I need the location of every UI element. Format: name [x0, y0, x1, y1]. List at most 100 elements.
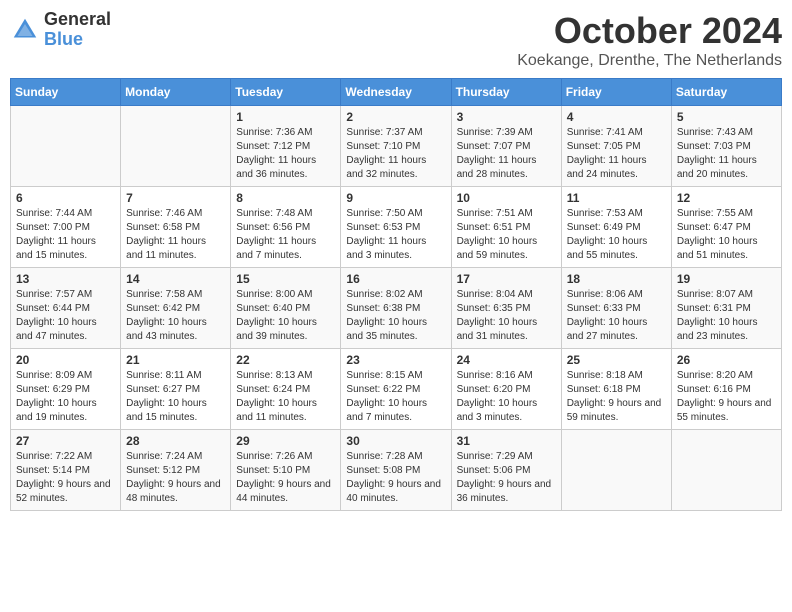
- day-info: Sunrise: 7:22 AM Sunset: 5:14 PM Dayligh…: [16, 450, 115, 506]
- day-cell: 12 Sunrise: 7:55 AM Sunset: 6:47 PM Dayli…: [671, 187, 781, 268]
- logo-general: General: [44, 10, 111, 30]
- day-info: Sunrise: 7:46 AM Sunset: 6:58 PM Dayligh…: [126, 207, 225, 263]
- day-info: Sunrise: 7:29 AM Sunset: 5:06 PM Dayligh…: [457, 450, 556, 506]
- week-row-4: 20 Sunrise: 8:09 AM Sunset: 6:29 PM Dayli…: [11, 349, 782, 430]
- day-number: 12: [677, 191, 776, 205]
- day-cell: 22Sunrise: 8:13 AM Sunset: 6:24 PM Dayli…: [231, 349, 341, 430]
- day-info: Sunrise: 7:28 AM Sunset: 5:08 PM Dayligh…: [346, 450, 445, 506]
- calendar-table: SundayMondayTuesdayWednesdayThursdayFrid…: [10, 78, 782, 511]
- day-number: 16: [346, 272, 445, 286]
- day-cell: [561, 430, 671, 511]
- day-number: 17: [457, 272, 556, 286]
- day-number: 23: [346, 353, 445, 367]
- day-cell: 31 Sunrise: 7:29 AM Sunset: 5:06 PM Dayli…: [451, 430, 561, 511]
- day-info: Sunrise: 7:39 AM Sunset: 7:07 PM Dayligh…: [457, 126, 556, 182]
- day-number: 6: [16, 191, 115, 205]
- day-cell: 15 Sunrise: 8:00 AM Sunset: 6:40 PM Dayli…: [231, 268, 341, 349]
- day-number: 19: [677, 272, 776, 286]
- day-info: Sunrise: 7:36 AM Sunset: 7:12 PM Dayligh…: [236, 126, 335, 182]
- day-number: 13: [16, 272, 115, 286]
- day-info: Sunrise: 8:18 AM Sunset: 6:18 PM Dayligh…: [567, 369, 666, 425]
- day-cell: 26 Sunrise: 8:20 AM Sunset: 6:16 PM Dayli…: [671, 349, 781, 430]
- day-cell: 16 Sunrise: 8:02 AM Sunset: 6:38 PM Dayli…: [341, 268, 451, 349]
- week-row-5: 27Sunrise: 7:22 AM Sunset: 5:14 PM Dayli…: [11, 430, 782, 511]
- day-number: 1: [236, 110, 335, 124]
- calendar-body: 1 Sunrise: 7:36 AM Sunset: 7:12 PM Daylig…: [11, 106, 782, 511]
- day-cell: 28 Sunrise: 7:24 AM Sunset: 5:12 PM Dayli…: [121, 430, 231, 511]
- day-cell: 3 Sunrise: 7:39 AM Sunset: 7:07 PM Daylig…: [451, 106, 561, 187]
- logo-blue: Blue: [44, 30, 111, 50]
- day-info: Sunrise: 7:51 AM Sunset: 6:51 PM Dayligh…: [457, 207, 556, 263]
- logo-icon: [10, 15, 40, 45]
- day-number: 2: [346, 110, 445, 124]
- day-cell: [11, 106, 121, 187]
- day-number: 26: [677, 353, 776, 367]
- day-number: 7: [126, 191, 225, 205]
- day-number: 3: [457, 110, 556, 124]
- day-info: Sunrise: 8:15 AM Sunset: 6:22 PM Dayligh…: [346, 369, 445, 425]
- day-cell: 1 Sunrise: 7:36 AM Sunset: 7:12 PM Daylig…: [231, 106, 341, 187]
- day-info: Sunrise: 8:16 AM Sunset: 6:20 PM Dayligh…: [457, 369, 556, 425]
- day-info: Sunrise: 8:04 AM Sunset: 6:35 PM Dayligh…: [457, 288, 556, 344]
- day-info: Sunrise: 8:13 AM Sunset: 6:24 PM Dayligh…: [236, 369, 335, 425]
- day-cell: 14 Sunrise: 7:58 AM Sunset: 6:42 PM Dayli…: [121, 268, 231, 349]
- day-number: 11: [567, 191, 666, 205]
- header-tuesday: Tuesday: [231, 79, 341, 106]
- week-row-2: 6 Sunrise: 7:44 AM Sunset: 7:00 PM Daylig…: [11, 187, 782, 268]
- day-info: Sunrise: 8:09 AM Sunset: 6:29 PM Dayligh…: [16, 369, 115, 425]
- day-cell: 23 Sunrise: 8:15 AM Sunset: 6:22 PM Dayli…: [341, 349, 451, 430]
- day-info: Sunrise: 7:43 AM Sunset: 7:03 PM Dayligh…: [677, 126, 776, 182]
- day-info: Sunrise: 7:24 AM Sunset: 5:12 PM Dayligh…: [126, 450, 225, 506]
- day-info: Sunrise: 7:48 AM Sunset: 6:56 PM Dayligh…: [236, 207, 335, 263]
- day-cell: 29 Sunrise: 7:26 AM Sunset: 5:10 PM Dayli…: [231, 430, 341, 511]
- header-monday: Monday: [121, 79, 231, 106]
- header-sunday: Sunday: [11, 79, 121, 106]
- day-info: Sunrise: 8:00 AM Sunset: 6:40 PM Dayligh…: [236, 288, 335, 344]
- day-info: Sunrise: 8:20 AM Sunset: 6:16 PM Dayligh…: [677, 369, 776, 425]
- day-cell: [121, 106, 231, 187]
- title-location: Koekange, Drenthe, The Netherlands: [517, 52, 782, 70]
- header-friday: Friday: [561, 79, 671, 106]
- logo-text: General Blue: [44, 10, 111, 50]
- header-row: SundayMondayTuesdayWednesdayThursdayFrid…: [11, 79, 782, 106]
- day-number: 25: [567, 353, 666, 367]
- day-number: 20: [16, 353, 115, 367]
- day-number: 9: [346, 191, 445, 205]
- day-number: 15: [236, 272, 335, 286]
- day-cell: 11 Sunrise: 7:53 AM Sunset: 6:49 PM Dayli…: [561, 187, 671, 268]
- title-block: October 2024 Koekange, Drenthe, The Neth…: [517, 10, 782, 70]
- day-cell: 21Sunrise: 8:11 AM Sunset: 6:27 PM Dayli…: [121, 349, 231, 430]
- day-cell: 19 Sunrise: 8:07 AM Sunset: 6:31 PM Dayli…: [671, 268, 781, 349]
- calendar-header: SundayMondayTuesdayWednesdayThursdayFrid…: [11, 79, 782, 106]
- day-info: Sunrise: 8:07 AM Sunset: 6:31 PM Dayligh…: [677, 288, 776, 344]
- header-wednesday: Wednesday: [341, 79, 451, 106]
- day-info: Sunrise: 8:02 AM Sunset: 6:38 PM Dayligh…: [346, 288, 445, 344]
- day-number: 29: [236, 434, 335, 448]
- day-cell: 30 Sunrise: 7:28 AM Sunset: 5:08 PM Dayli…: [341, 430, 451, 511]
- day-cell: 27Sunrise: 7:22 AM Sunset: 5:14 PM Dayli…: [11, 430, 121, 511]
- day-cell: 20 Sunrise: 8:09 AM Sunset: 6:29 PM Dayli…: [11, 349, 121, 430]
- day-info: Sunrise: 7:44 AM Sunset: 7:00 PM Dayligh…: [16, 207, 115, 263]
- day-number: 28: [126, 434, 225, 448]
- day-cell: 5Sunrise: 7:43 AM Sunset: 7:03 PM Daylig…: [671, 106, 781, 187]
- day-info: Sunrise: 7:57 AM Sunset: 6:44 PM Dayligh…: [16, 288, 115, 344]
- day-cell: 4Sunrise: 7:41 AM Sunset: 7:05 PM Daylig…: [561, 106, 671, 187]
- day-info: Sunrise: 7:58 AM Sunset: 6:42 PM Dayligh…: [126, 288, 225, 344]
- day-number: 8: [236, 191, 335, 205]
- header-thursday: Thursday: [451, 79, 561, 106]
- day-cell: 17 Sunrise: 8:04 AM Sunset: 6:35 PM Dayli…: [451, 268, 561, 349]
- day-number: 30: [346, 434, 445, 448]
- day-number: 14: [126, 272, 225, 286]
- header-saturday: Saturday: [671, 79, 781, 106]
- day-number: 31: [457, 434, 556, 448]
- day-info: Sunrise: 7:26 AM Sunset: 5:10 PM Dayligh…: [236, 450, 335, 506]
- day-info: Sunrise: 7:55 AM Sunset: 6:47 PM Dayligh…: [677, 207, 776, 263]
- day-cell: 9 Sunrise: 7:50 AM Sunset: 6:53 PM Daylig…: [341, 187, 451, 268]
- title-month: October 2024: [517, 10, 782, 52]
- day-info: Sunrise: 7:53 AM Sunset: 6:49 PM Dayligh…: [567, 207, 666, 263]
- day-info: Sunrise: 7:41 AM Sunset: 7:05 PM Dayligh…: [567, 126, 666, 182]
- day-info: Sunrise: 7:50 AM Sunset: 6:53 PM Dayligh…: [346, 207, 445, 263]
- day-cell: 2 Sunrise: 7:37 AM Sunset: 7:10 PM Daylig…: [341, 106, 451, 187]
- day-info: Sunrise: 7:37 AM Sunset: 7:10 PM Dayligh…: [346, 126, 445, 182]
- day-cell: 8 Sunrise: 7:48 AM Sunset: 6:56 PM Daylig…: [231, 187, 341, 268]
